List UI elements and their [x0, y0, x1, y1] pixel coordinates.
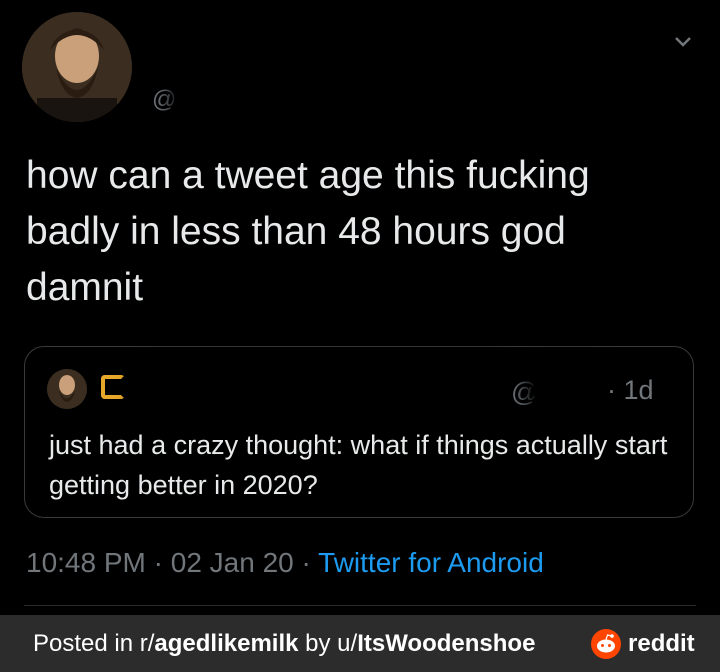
divider — [24, 605, 696, 606]
author-name-redacted — [170, 32, 590, 74]
quoted-tweet-text: just had a crazy thought: what if things… — [49, 430, 668, 500]
chevron-down-icon[interactable] — [672, 30, 694, 52]
verified-badge-icon — [101, 375, 125, 399]
tweet-text: how can a tweet age this fucking badly i… — [26, 154, 590, 309]
reddit-logo-icon — [591, 629, 621, 659]
quoted-tweet-card[interactable]: @ · 1d just had a crazy thought: what if… — [24, 346, 694, 518]
tweet-time: 10:48 PM — [26, 547, 146, 578]
author-handle-redacted — [178, 80, 398, 116]
quoted-author-handle-redacted — [533, 371, 605, 407]
reddit-wordmark: reddit — [628, 630, 695, 657]
quoted-author-avatar — [47, 369, 87, 409]
subreddit-link[interactable]: agedlikemilk — [154, 630, 298, 657]
reddit-footer-bar: Posted in r/agedlikemilk by u/ItsWoodens… — [0, 615, 720, 672]
tweet-date: 02 Jan 20 — [170, 547, 294, 578]
tweet-metadata: 10:48 PM · 02 Jan 20 · Twitter for Andro… — [26, 547, 544, 579]
footer-credit: Posted in r/agedlikemilk by u/ItsWoodens… — [33, 630, 535, 658]
meta-separator: · — [301, 547, 311, 578]
author-handle[interactable]: @ — [152, 86, 176, 114]
footer-by: by u/ — [298, 630, 358, 657]
meta-separator: · — [153, 547, 163, 578]
username-link[interactable]: ItsWoodenshoe — [357, 630, 535, 657]
author-avatar[interactable] — [22, 12, 132, 122]
tweet-source-link[interactable]: Twitter for Android — [318, 547, 544, 578]
footer-prefix: Posted in r/ — [33, 630, 155, 657]
quoted-author-name-redacted — [145, 369, 505, 409]
quoted-tweet-age: · 1d — [607, 375, 654, 405]
